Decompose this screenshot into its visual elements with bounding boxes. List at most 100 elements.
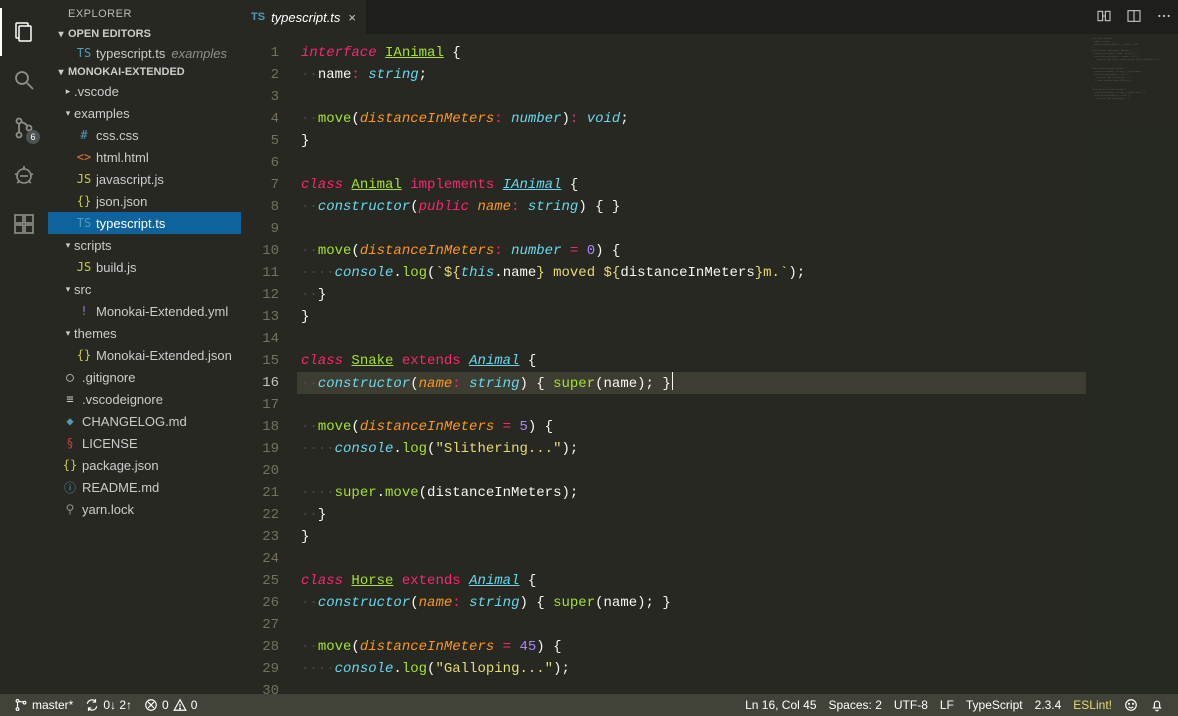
activity-explorer[interactable] bbox=[0, 8, 48, 56]
file-label: css.css bbox=[96, 128, 139, 143]
tree-folder[interactable]: ▾scripts bbox=[48, 234, 241, 256]
tree-folder[interactable]: ▾examples bbox=[48, 102, 241, 124]
tree-file[interactable]: {} json.json bbox=[48, 190, 241, 212]
status-lncol[interactable]: Ln 16, Col 45 bbox=[739, 694, 822, 716]
file-label: README.md bbox=[82, 480, 159, 495]
tree-folder[interactable]: ▾themes bbox=[48, 322, 241, 344]
file-icon: TS bbox=[76, 216, 92, 230]
file-icon: ! bbox=[76, 304, 92, 318]
folder-label: themes bbox=[74, 326, 117, 341]
folder-label: .vscode bbox=[74, 84, 119, 99]
file-icon: ⚲ bbox=[62, 502, 78, 516]
activity-debug[interactable] bbox=[0, 152, 48, 200]
file-label: javascript.js bbox=[96, 172, 164, 187]
file-icon: ◯ bbox=[62, 370, 78, 384]
chevron-down-icon: ▾ bbox=[62, 108, 74, 119]
tab-bar: TS typescript.ts × bbox=[241, 0, 1178, 34]
tree-file[interactable]: ◆ CHANGELOG.md bbox=[48, 410, 241, 432]
activity-scm[interactable]: 6 bbox=[0, 104, 48, 152]
activity-bar: 6 bbox=[0, 0, 48, 694]
status-eol[interactable]: LF bbox=[934, 694, 960, 716]
status-language[interactable]: TypeScript bbox=[960, 694, 1029, 716]
tree-file[interactable]: TStypescript.ts bbox=[48, 212, 241, 234]
tree-file[interactable]: JS javascript.js bbox=[48, 168, 241, 190]
chevron-down-icon: ▾ bbox=[62, 328, 74, 339]
sidebar-title: EXPLORER bbox=[48, 0, 241, 26]
tree-file[interactable]: {} package.json bbox=[48, 454, 241, 476]
file-label: LICENSE bbox=[82, 436, 138, 451]
split-editor-icon[interactable] bbox=[1126, 8, 1142, 27]
folder-label: src bbox=[74, 282, 91, 297]
tree-file[interactable]: ⚲yarn.lock bbox=[48, 498, 241, 520]
tab-typescript[interactable]: TS typescript.ts × bbox=[241, 0, 367, 34]
file-icon: <> bbox=[76, 150, 92, 164]
file-icon: ≡ bbox=[62, 392, 78, 406]
typescript-icon: TS bbox=[251, 11, 265, 23]
chevron-right-icon: ▸ bbox=[62, 86, 74, 97]
status-sync[interactable]: 0↓ 2↑ bbox=[79, 694, 138, 716]
explorer-sidebar: EXPLORER ▾ OPEN EDITORS TStypescript.tse… bbox=[48, 0, 241, 694]
minimap[interactable]: interface IAnimal { name: string; move(d… bbox=[1086, 34, 1178, 694]
file-label: typescript.ts bbox=[96, 46, 165, 61]
open-editors-list: TStypescript.tsexamples bbox=[48, 42, 241, 64]
file-label: .gitignore bbox=[82, 370, 135, 385]
tree-file[interactable]: ◯ .gitignore bbox=[48, 366, 241, 388]
file-label: Monokai-Extended.json bbox=[96, 348, 232, 363]
tree-file[interactable]: # css.css bbox=[48, 124, 241, 146]
tree-file[interactable]: ⓘ README.md bbox=[48, 476, 241, 498]
split-compare-icon[interactable] bbox=[1096, 8, 1112, 27]
chevron-down-icon: ▾ bbox=[54, 29, 68, 40]
status-bar: master* 0↓ 2↑ 0 0 Ln 16, Col 45 Spaces: … bbox=[0, 694, 1178, 716]
more-icon[interactable] bbox=[1156, 8, 1172, 27]
status-encoding[interactable]: UTF-8 bbox=[888, 694, 934, 716]
file-label: json.json bbox=[96, 194, 147, 209]
file-icon: ⓘ bbox=[62, 479, 78, 496]
tab-label: typescript.ts bbox=[271, 10, 340, 25]
file-icon: {} bbox=[76, 194, 92, 208]
tree-folder[interactable]: ▸.vscode bbox=[48, 80, 241, 102]
close-icon[interactable]: × bbox=[348, 10, 356, 25]
file-label: Monokai-Extended.yml bbox=[96, 304, 228, 319]
status-branch[interactable]: master* bbox=[8, 694, 79, 716]
file-icon: # bbox=[76, 128, 92, 142]
file-icon: {} bbox=[76, 348, 92, 362]
tree-file[interactable]: {} Monokai-Extended.json bbox=[48, 344, 241, 366]
tree-file[interactable]: ≡ .vscodeignore bbox=[48, 388, 241, 410]
status-spaces[interactable]: Spaces: 2 bbox=[823, 694, 888, 716]
file-icon: § bbox=[62, 436, 78, 450]
file-icon: JS bbox=[76, 260, 92, 274]
folder-header[interactable]: ▾ MONOKAI-EXTENDED bbox=[48, 64, 241, 80]
status-bell-icon[interactable] bbox=[1144, 694, 1170, 716]
folder-label: examples bbox=[74, 106, 130, 121]
status-eslint[interactable]: ESLint! bbox=[1067, 694, 1118, 716]
folder-tree: ▸.vscode▾examples#css.css<>html.htmlJSja… bbox=[48, 80, 241, 520]
tree-folder[interactable]: ▾src bbox=[48, 278, 241, 300]
file-icon: {} bbox=[62, 458, 78, 472]
file-label: .vscodeignore bbox=[82, 392, 163, 407]
file-label: package.json bbox=[82, 458, 159, 473]
activity-search[interactable] bbox=[0, 56, 48, 104]
file-icon: ◆ bbox=[62, 414, 78, 428]
tree-file[interactable]: § LICENSE bbox=[48, 432, 241, 454]
status-problems[interactable]: 0 0 bbox=[138, 694, 203, 716]
scm-badge: 6 bbox=[26, 130, 40, 144]
open-editors-header[interactable]: ▾ OPEN EDITORS bbox=[48, 26, 241, 42]
code-editor[interactable]: interface IAnimal {··name: string;··move… bbox=[297, 34, 1086, 694]
line-gutter[interactable]: 1234567891011121314151617181920212223242… bbox=[241, 34, 297, 694]
chevron-down-icon: ▾ bbox=[62, 284, 74, 295]
file-icon: TS bbox=[76, 46, 92, 60]
tree-file[interactable]: ! Monokai-Extended.yml bbox=[48, 300, 241, 322]
file-label: build.js bbox=[96, 260, 136, 275]
file-label: html.html bbox=[96, 150, 149, 165]
tree-file[interactable]: <> html.html bbox=[48, 146, 241, 168]
status-feedback-icon[interactable] bbox=[1118, 694, 1144, 716]
chevron-down-icon: ▾ bbox=[54, 67, 68, 78]
file-label: CHANGELOG.md bbox=[82, 414, 187, 429]
tree-file[interactable]: JS build.js bbox=[48, 256, 241, 278]
chevron-down-icon: ▾ bbox=[62, 240, 74, 251]
activity-extensions[interactable] bbox=[0, 200, 48, 248]
editor-area: TS typescript.ts × 123456789101112131415… bbox=[241, 0, 1178, 694]
status-ext-version[interactable]: 2.3.4 bbox=[1029, 694, 1068, 716]
file-icon: JS bbox=[76, 172, 92, 186]
open-editor-item[interactable]: TStypescript.tsexamples bbox=[48, 42, 241, 64]
